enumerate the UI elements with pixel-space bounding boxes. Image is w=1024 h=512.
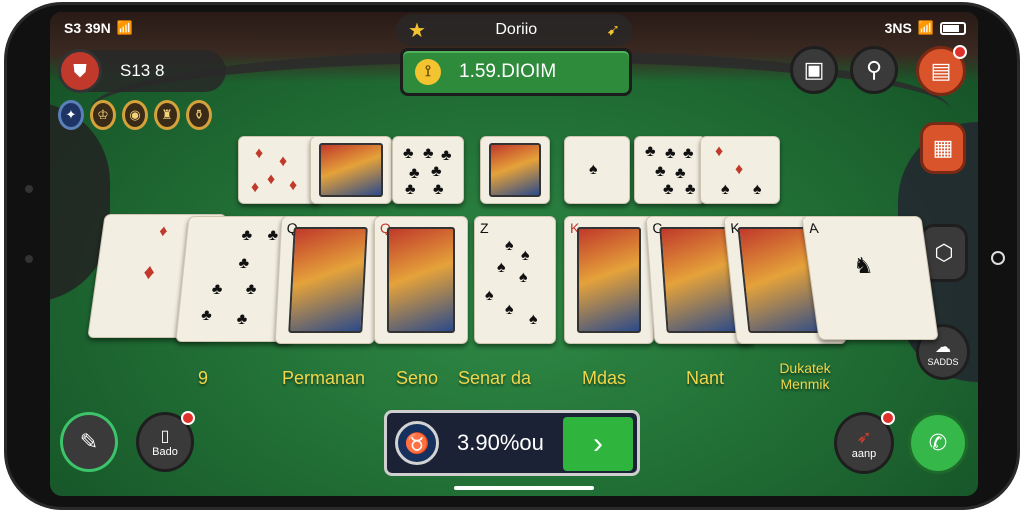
speech-icon: ☁	[935, 339, 951, 356]
notification-dot	[181, 411, 195, 425]
wifi-icon: 📶	[917, 20, 934, 35]
face-card-art	[387, 227, 455, 333]
achievement-badge-icon[interactable]: ◉	[122, 100, 148, 130]
power-button	[25, 255, 33, 263]
card-back-row[interactable]	[480, 136, 550, 204]
attack-label: aanp	[851, 447, 877, 460]
location-button[interactable]: ⚲	[850, 46, 898, 94]
chevron-right-icon: ›	[593, 427, 603, 460]
shield-icon[interactable]: ⛊	[58, 49, 102, 93]
card-back-row[interactable]: ♦ ♦ ♠ ♠	[700, 136, 780, 204]
battery-icon	[940, 21, 966, 35]
card-slot-3[interactable]: Q	[274, 216, 382, 344]
pencil-icon: ✎	[79, 429, 99, 454]
treasure-chest-icon: ▤	[930, 58, 952, 83]
card-back-row[interactable]: ♣ ♣ ♣ ♣ ♣ ♣ ♣	[392, 136, 464, 204]
face-card-art	[577, 227, 641, 333]
book-icon: ▯	[160, 428, 170, 445]
card-slot-4[interactable]: Q	[374, 216, 468, 344]
achievement-row: ✦ ♔ ◉ ♜ ⚱	[58, 100, 212, 130]
card-slot-9[interactable]: A ♞	[801, 216, 939, 340]
volume-button	[25, 185, 33, 193]
edit-button[interactable]: ✎	[60, 412, 118, 472]
play-button[interactable]: ›	[563, 417, 633, 471]
card-slot-6[interactable]: K	[564, 216, 654, 344]
game-screen: S3 39N 📶 3NS 📶 ★ Doriio ➹ ⛊ S13 8 ✦ ♔ ◉ …	[50, 12, 978, 496]
balance-value: 1.59.DIOIM	[459, 61, 557, 82]
book-label: Bado	[152, 446, 178, 458]
arrow-attack-icon: ➶	[856, 426, 872, 447]
slot-label-6: Nant	[686, 368, 725, 388]
title-bar: ★ Doriio ➹	[396, 14, 632, 46]
bet-bar: ♉ 3.90%ou ›	[384, 410, 640, 476]
status-text: S3 39N	[64, 20, 111, 36]
bag-icon: ▦	[932, 135, 954, 160]
slot-label-7: Dukatek Menmik	[779, 360, 831, 392]
face-card-art	[489, 143, 541, 197]
phone-icon: ✆	[928, 430, 948, 455]
shop-button[interactable]: ▤	[916, 45, 967, 96]
achievement-badge-icon[interactable]: ✦	[58, 100, 84, 130]
book-button[interactable]: ▯ Bado	[136, 411, 195, 472]
inventory-button[interactable]: ▦	[920, 122, 966, 174]
wifi-icon: 📶	[116, 20, 133, 35]
bet-value: 3.90%ou	[457, 430, 544, 455]
face-card-art	[288, 227, 368, 333]
coin-icon: ⟟	[415, 59, 441, 85]
slot-label-2: Permanan	[282, 368, 366, 388]
home-indicator[interactable]	[454, 486, 594, 490]
card-back-row[interactable]: ♦ ♦ ♦ ♦ ♦	[238, 136, 320, 204]
phone-camera-icon	[991, 251, 1005, 265]
chat-label: SADDS	[927, 357, 959, 367]
achievement-badge-icon[interactable]: ⚱	[186, 100, 212, 130]
attack-button[interactable]: ➶ aanp	[834, 411, 895, 474]
status-text-right: 3NS	[884, 20, 912, 36]
card-back-row[interactable]: ♠	[564, 136, 630, 204]
profile-pill[interactable]: ⛊ S13 8	[58, 49, 226, 93]
star-icon[interactable]: ★	[408, 18, 426, 43]
notification-dot	[881, 411, 895, 425]
card-slot-5[interactable]: Z ♠ ♠ ♠ ♠ ♠ ♠ ♠	[474, 216, 556, 344]
gift-box-button[interactable]: ▣	[790, 46, 838, 94]
cube-icon: ⬡	[934, 240, 954, 265]
slot-label-3: Seno	[396, 368, 439, 388]
achievement-badge-icon[interactable]: ♔	[90, 100, 116, 130]
slot-label-4: Senar da	[458, 368, 532, 388]
status-bar-left: S3 39N 📶	[64, 18, 133, 38]
status-bar-right: 3NS 📶	[885, 18, 966, 38]
notification-dot	[953, 45, 967, 59]
card-back-row[interactable]: ♣ ♣ ♣ ♣ ♣ ♣ ♣	[634, 136, 706, 204]
card-back-row[interactable]	[310, 136, 392, 204]
bull-icon[interactable]: ♉	[395, 421, 439, 465]
location-pin-icon: ⚲	[865, 57, 883, 82]
call-button[interactable]: ✆	[908, 412, 968, 474]
profile-name: S13 8	[120, 61, 165, 80]
gift-box-icon: ▣	[803, 57, 825, 82]
arrow-icon[interactable]: ➹	[607, 20, 620, 40]
balance-panel[interactable]: ⟟ 1.59.DIOIM	[400, 48, 632, 96]
game-title: Doriio	[495, 21, 538, 38]
slot-label-1: 9	[198, 368, 209, 388]
face-card-art	[319, 143, 383, 197]
slot-label-5: Mdas	[582, 368, 627, 388]
achievement-badge-icon[interactable]: ♜	[154, 100, 180, 130]
